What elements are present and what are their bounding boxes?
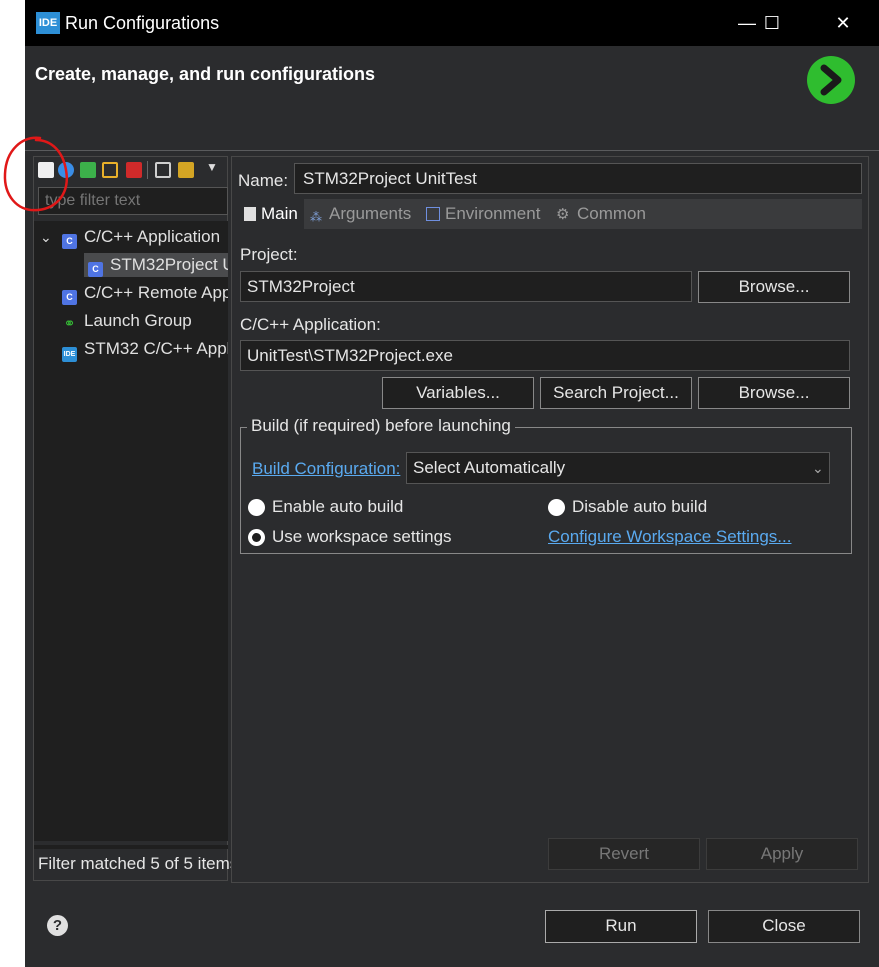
use-workspace-settings-label: Use workspace settings — [272, 527, 452, 546]
tree-item-label: Launch Group — [84, 311, 192, 330]
maximize-button[interactable]: ☐ — [752, 8, 792, 38]
project-label: Project: — [240, 245, 298, 264]
window-title: Run Configurations — [65, 13, 220, 33]
tab-label: Main — [261, 204, 298, 223]
banner-title: Create, manage, and run configurations — [35, 64, 376, 84]
tree-item-label: STM32Project UnitTest — [110, 255, 228, 274]
ide-icon: IDE — [62, 347, 77, 362]
gear-icon: ⚙ — [556, 206, 570, 223]
configure-workspace-settings-link[interactable]: Configure Workspace Settings... — [548, 527, 791, 547]
configuration-tree-pane: ▼ ⌄ C C/C++ Application C STM32Project Unit… — [33, 156, 238, 881]
title-bar: IDE Run Configurations — ☐ ✕ — [25, 0, 879, 46]
tree-item-cpp-application[interactable]: ⌄ C C/C++ Application — [34, 225, 228, 249]
use-workspace-settings-radio[interactable] — [248, 529, 265, 546]
tab-arguments[interactable]: ⁂ Arguments — [306, 199, 420, 229]
application-input[interactable]: UnitTest\STM32Project.exe — [240, 340, 850, 371]
project-input[interactable]: STM32Project — [240, 271, 692, 302]
search-project-button[interactable]: Search Project... — [540, 377, 692, 409]
annotation-circle — [3, 136, 69, 212]
cpp-remote-icon: C — [62, 290, 77, 305]
filter-icon[interactable] — [178, 162, 194, 178]
build-configuration-select[interactable]: Select Automatically ⌄ — [406, 452, 830, 484]
duplicate-icon[interactable] — [102, 162, 118, 178]
delete-icon[interactable] — [126, 162, 142, 178]
tree-item-cpp-remote-application[interactable]: C C/C++ Remote Application — [34, 281, 228, 305]
toolbar-separator — [147, 161, 148, 179]
tab-common[interactable]: ⚙ Common — [552, 199, 656, 229]
expand-chevron-icon[interactable]: ⌄ — [40, 225, 54, 249]
enable-auto-build-radio[interactable] — [248, 499, 265, 516]
disable-auto-build-radio[interactable] — [548, 499, 565, 516]
tab-main[interactable]: Main — [238, 199, 304, 229]
configuration-tree: ⌄ C C/C++ Application C STM32Project UnitTe… — [34, 221, 228, 841]
run-arrow-icon — [807, 56, 855, 104]
tab-label: Common — [577, 204, 646, 223]
tab-environment[interactable]: Environment — [422, 199, 550, 229]
tree-item-launch-group[interactable]: ⚭ Launch Group — [34, 309, 228, 333]
revert-button[interactable]: Revert — [548, 838, 700, 870]
help-icon[interactable]: ? — [47, 915, 68, 936]
tab-label: Arguments — [329, 204, 412, 223]
application-label: C/C++ Application: — [240, 315, 381, 334]
configuration-editor-pane: Name: STM32Project UnitTest Main ⁂ Argume… — [231, 156, 869, 883]
tree-item-stm32-cpp-application[interactable]: IDE STM32 C/C++ Application — [34, 337, 228, 362]
apply-button[interactable]: Apply — [706, 838, 858, 870]
tree-item-label: C/C++ Remote Application — [84, 283, 228, 302]
tree-scrollbar[interactable] — [34, 845, 228, 849]
browse-application-button[interactable]: Browse... — [698, 377, 850, 409]
document-icon — [244, 207, 256, 221]
run-button[interactable]: Run — [545, 910, 697, 943]
ide-app-icon: IDE — [36, 12, 60, 34]
enable-auto-build-label: Enable auto build — [272, 497, 404, 516]
view-menu-chevron-icon[interactable]: ▼ — [206, 160, 220, 178]
dialog-banner: Create, manage, and run configurations — [25, 46, 879, 150]
name-label: Name: — [238, 171, 289, 190]
cpp-app-icon: C — [88, 262, 103, 277]
disable-auto-build-label: Disable auto build — [572, 497, 708, 516]
environment-icon — [426, 207, 440, 221]
build-configuration-value: Select Automatically — [413, 458, 566, 477]
config-tabs: Main ⁂ Arguments Environment ⚙ Common — [238, 199, 862, 229]
collapse-all-icon[interactable] — [155, 162, 171, 178]
browse-project-button[interactable]: Browse... — [698, 271, 850, 303]
export-icon[interactable] — [80, 162, 96, 178]
cpp-app-icon: C — [62, 234, 77, 249]
banner-separator — [25, 150, 879, 151]
arguments-icon: ⁂ — [310, 210, 322, 224]
close-window-button[interactable]: ✕ — [823, 8, 863, 38]
tree-item-stm32project-unittest[interactable]: C STM32Project UnitTest — [84, 253, 228, 277]
launch-group-icon: ⚭ — [63, 315, 76, 331]
chevron-down-icon: ⌄ — [812, 460, 824, 476]
name-input[interactable]: STM32Project UnitTest — [294, 163, 862, 194]
build-configuration-link[interactable]: Build Configuration: — [252, 459, 400, 479]
tab-label: Environment — [445, 204, 541, 223]
build-group-legend: Build (if required) before launching — [247, 416, 515, 436]
tree-item-label: C/C++ Application — [84, 227, 221, 246]
run-configurations-dialog: IDE Run Configurations — ☐ ✕ Create, man… — [25, 0, 879, 967]
close-button[interactable]: Close — [708, 910, 860, 943]
variables-button[interactable]: Variables... — [382, 377, 534, 409]
tree-item-label: STM32 C/C++ Application — [84, 339, 228, 358]
filter-status: Filter matched 5 of 5 items — [38, 854, 239, 873]
